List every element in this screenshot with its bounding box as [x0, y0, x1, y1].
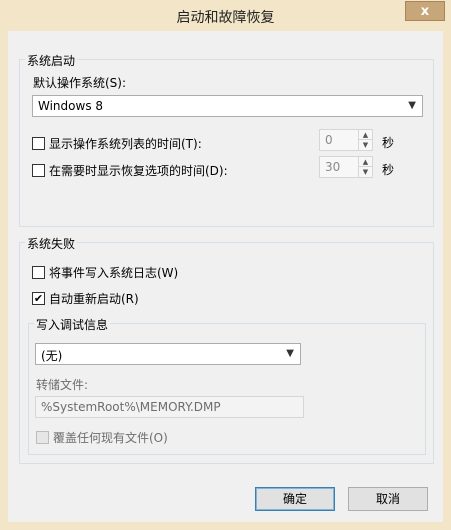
dialog-body: 系统启动 默认操作系统(S): Windows 8 ▼ 显示操作系统列表的时间(…	[8, 31, 443, 522]
cancel-button[interactable]: 取消	[348, 487, 428, 511]
overwrite-checkbox[interactable]: 覆盖任何现有文件(O)	[36, 429, 168, 446]
checkmark-icon: ✔	[33, 292, 44, 305]
spin-up-icon[interactable]: ▲	[359, 157, 372, 167]
debug-info-group-title: 写入调试信息	[34, 316, 111, 333]
close-icon: x	[420, 3, 430, 19]
stepper-buttons: ▲ ▼	[358, 157, 372, 177]
default-os-label: 默认操作系统(S):	[33, 76, 127, 90]
show-recovery-checkbox[interactable]: 在需要时显示恢复选项的时间(D):	[32, 162, 228, 179]
stepper-buttons: ▲ ▼	[358, 130, 372, 150]
dump-file-value: %SystemRoot%\MEMORY.DMP	[41, 400, 221, 414]
write-event-log-checkbox[interactable]: 将事件写入系统日志(W)	[32, 264, 178, 281]
write-event-log-label: 将事件写入系统日志(W)	[49, 266, 179, 280]
checkbox-box: ✔	[32, 292, 45, 305]
auto-restart-label: 自动重新启动(R)	[49, 292, 139, 306]
seconds-unit-label: 秒	[382, 163, 395, 177]
chevron-down-icon: ▼	[286, 348, 294, 359]
close-button[interactable]: x	[405, 1, 445, 21]
system-failure-group-title: 系统失败	[25, 235, 78, 252]
show-recovery-value: 30	[325, 160, 341, 174]
cancel-button-label: 取消	[375, 492, 400, 506]
default-os-value: Windows 8	[38, 99, 104, 113]
chevron-down-icon: ▼	[408, 100, 416, 111]
spin-down-icon[interactable]: ▼	[359, 140, 372, 150]
show-recovery-stepper[interactable]: 30 ▲ ▼	[319, 156, 373, 178]
auto-restart-checkbox[interactable]: ✔ 自动重新启动(R)	[32, 290, 139, 307]
show-recovery-label: 在需要时显示恢复选项的时间(D):	[49, 164, 228, 178]
checkbox-box	[36, 431, 49, 444]
dump-file-label: 转储文件:	[36, 378, 89, 392]
overwrite-label: 覆盖任何现有文件(O)	[53, 431, 168, 445]
show-os-list-checkbox[interactable]: 显示操作系统列表的时间(T):	[32, 135, 202, 152]
spin-up-icon[interactable]: ▲	[359, 130, 372, 140]
dump-file-field[interactable]: %SystemRoot%\MEMORY.DMP	[35, 396, 304, 418]
debug-info-value: (无)	[41, 349, 63, 363]
ok-button[interactable]: 确定	[255, 487, 335, 511]
seconds-unit-label: 秒	[382, 136, 395, 150]
checkbox-box	[32, 137, 45, 150]
checkbox-box	[32, 164, 45, 177]
show-os-list-stepper[interactable]: 0 ▲ ▼	[319, 129, 373, 151]
spin-down-icon[interactable]: ▼	[359, 167, 372, 177]
checkbox-box	[32, 266, 45, 279]
show-os-list-label: 显示操作系统列表的时间(T):	[49, 137, 202, 151]
ok-button-label: 确定	[282, 492, 307, 506]
default-os-select[interactable]: Windows 8 ▼	[32, 95, 423, 117]
system-startup-group-title: 系统启动	[25, 52, 78, 69]
debug-info-select[interactable]: (无) ▼	[35, 343, 301, 365]
title-bar: 启动和故障恢复 x	[0, 0, 451, 31]
show-os-list-value: 0	[325, 133, 333, 147]
window-title: 启动和故障恢复	[176, 10, 275, 26]
